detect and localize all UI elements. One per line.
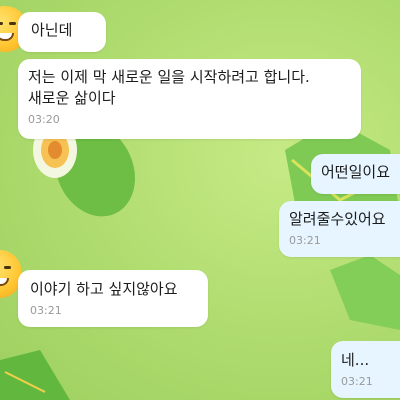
message-text: 저는 이제 막 새로운 일을 시작하려고 합니다. 새로운 삶이다 [28,68,310,107]
message-time: 03:20 [28,113,60,126]
message-text: 아닌데 [31,21,73,39]
message-time: 03:21 [30,304,62,317]
message-bubble-incoming[interactable]: 저는 이제 막 새로운 일을 시작하려고 합니다. 새로운 삶이다 03:20 [18,59,361,139]
message-text: 알려줄수있어요 [289,210,386,228]
message-time: 03:21 [341,375,373,388]
message-time: 03:21 [289,234,321,247]
message-bubble-outgoing[interactable]: 네... 03:21 [331,341,400,398]
message-text: 네... [341,351,370,369]
message-text: 이야기 하고 싶지않아요 [30,280,178,298]
message-text: 어떤일이요 [321,163,391,181]
message-bubble-outgoing[interactable]: 어떤일이요 [311,154,400,194]
wallpaper-bottom-leaf [0,350,70,400]
chat-screen: 아닌데 저는 이제 막 새로운 일을 시작하려고 합니다. 새로운 삶이다 03… [0,0,400,400]
message-bubble-outgoing[interactable]: 알려줄수있어요 03:21 [279,201,400,257]
message-bubble-incoming[interactable]: 이야기 하고 싶지않아요 03:21 [18,270,208,327]
message-bubble-incoming[interactable]: 아닌데 [18,12,106,52]
